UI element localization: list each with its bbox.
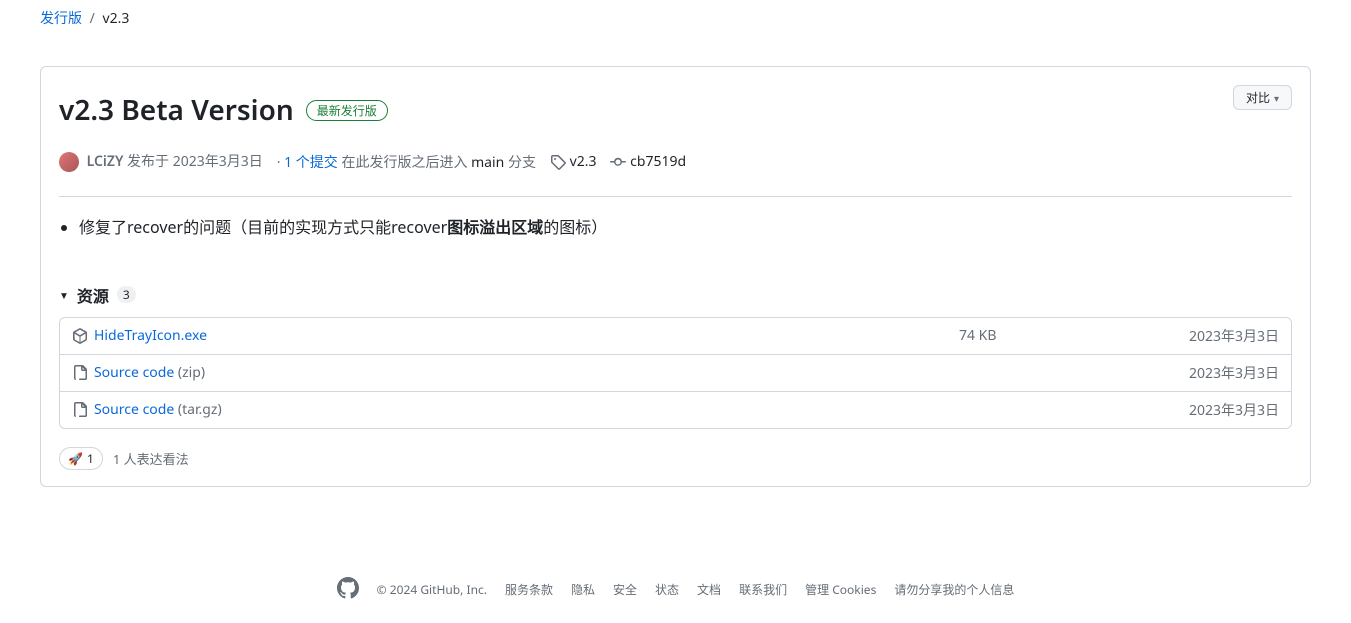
assets-count-badge: 3 xyxy=(117,286,136,303)
asset-link[interactable]: HideTrayIcon.exe xyxy=(94,326,207,345)
breadcrumb-sep: / xyxy=(90,9,95,28)
asset-row: HideTrayIcon.exe 74 KB 2023年3月3日 xyxy=(60,318,1291,354)
assets-toggle[interactable]: ▼ 资源 3 xyxy=(59,283,1292,307)
note-post: 的图标） xyxy=(543,216,607,238)
published-prefix: 发布于 xyxy=(127,152,169,171)
avatar[interactable] xyxy=(59,152,79,172)
release-title: v2.3 Beta Version xyxy=(59,91,294,129)
note-bold: 图标溢出区域 xyxy=(447,216,543,238)
tag-icon xyxy=(550,154,566,170)
commits-suffix-1: 在此发行版之后进入 xyxy=(341,153,467,172)
package-icon xyxy=(72,328,88,344)
asset-link[interactable]: Source code (tar.gz) xyxy=(94,400,222,419)
commit-sha: cb7519d xyxy=(630,152,686,171)
assets-label: 资源 xyxy=(77,283,109,307)
footer-copyright: © 2024 GitHub, Inc. xyxy=(377,581,487,598)
asset-date: 2023年3月3日 xyxy=(1119,363,1279,383)
release-meta: LCiZY 发布于 2023年3月3日 1 个提交 在此发行版之后进入 main… xyxy=(59,151,1292,172)
zip-icon xyxy=(72,402,88,418)
compare-label: 对比 xyxy=(1246,89,1270,106)
author-name[interactable]: LCiZY xyxy=(87,152,124,171)
compare-button[interactable]: 对比 ▾ xyxy=(1233,85,1292,110)
rocket-icon: 🚀 xyxy=(68,450,83,467)
asset-size: 74 KB xyxy=(959,326,1119,345)
commit-icon xyxy=(610,154,626,170)
asset-link[interactable]: Source code (zip) xyxy=(94,363,205,382)
reaction-summary: 1 人表达看法 xyxy=(113,449,189,468)
caret-down-icon: ▼ xyxy=(59,288,69,302)
asset-date: 2023年3月3日 xyxy=(1119,400,1279,420)
breadcrumb: 发行版 / v2.3 xyxy=(0,0,1351,36)
breadcrumb-root-link[interactable]: 发行版 xyxy=(40,9,82,28)
footer-link[interactable]: 管理 Cookies xyxy=(805,581,876,598)
reactions-bar: 🚀 1 1 人表达看法 xyxy=(59,447,1292,470)
release-box: 对比 ▾ v2.3 Beta Version 最新发行版 LCiZY 发布于 2… xyxy=(40,66,1311,487)
assets-table: HideTrayIcon.exe 74 KB 2023年3月3日 Source … xyxy=(59,317,1292,429)
note-pre: 修复了recover的问题（目前的实现方式只能recover xyxy=(79,216,447,238)
footer-link[interactable]: 请勿分享我的个人信息 xyxy=(894,581,1014,598)
reaction-rocket[interactable]: 🚀 1 xyxy=(59,447,103,470)
footer-link[interactable]: 安全 xyxy=(613,581,637,598)
zip-icon xyxy=(72,365,88,381)
author-block: LCiZY 发布于 2023年3月3日 xyxy=(59,151,263,172)
asset-row: Source code (zip) 2023年3月3日 xyxy=(60,354,1291,391)
reaction-count: 1 xyxy=(87,450,94,467)
release-header: v2.3 Beta Version 最新发行版 xyxy=(59,83,1292,137)
breadcrumb-current: v2.3 xyxy=(103,9,130,28)
chevron-down-icon: ▾ xyxy=(1274,91,1279,105)
footer-link[interactable]: 服务条款 xyxy=(505,581,553,598)
footer: © 2024 GitHub, Inc. 服务条款 隐私 安全 状态 文档 联系我… xyxy=(0,577,1351,623)
release-body: 修复了recover的问题（目前的实现方式只能recover图标溢出区域的图标） xyxy=(59,197,1292,255)
commits-suffix-2: 分支 xyxy=(508,153,536,172)
asset-date: 2023年3月3日 xyxy=(1119,326,1279,346)
tag-name: v2.3 xyxy=(570,152,597,171)
commit-block[interactable]: cb7519d xyxy=(610,152,686,171)
latest-release-badge: 最新发行版 xyxy=(306,100,388,121)
footer-link[interactable]: 隐私 xyxy=(571,581,595,598)
release-note-item: 修复了recover的问题（目前的实现方式只能recover图标溢出区域的图标） xyxy=(79,215,1292,241)
tag-block[interactable]: v2.3 xyxy=(550,152,597,171)
commits-link[interactable]: 1 个提交 xyxy=(284,153,338,172)
asset-row: Source code (tar.gz) 2023年3月3日 xyxy=(60,391,1291,428)
footer-link[interactable]: 联系我们 xyxy=(739,581,787,598)
footer-link[interactable]: 状态 xyxy=(655,581,679,598)
commits-block: 1 个提交 在此发行版之后进入 main 分支 xyxy=(277,152,536,172)
branch-name: main xyxy=(471,153,504,172)
published-date: 2023年3月3日 xyxy=(173,152,263,171)
footer-link[interactable]: 文档 xyxy=(697,581,721,598)
